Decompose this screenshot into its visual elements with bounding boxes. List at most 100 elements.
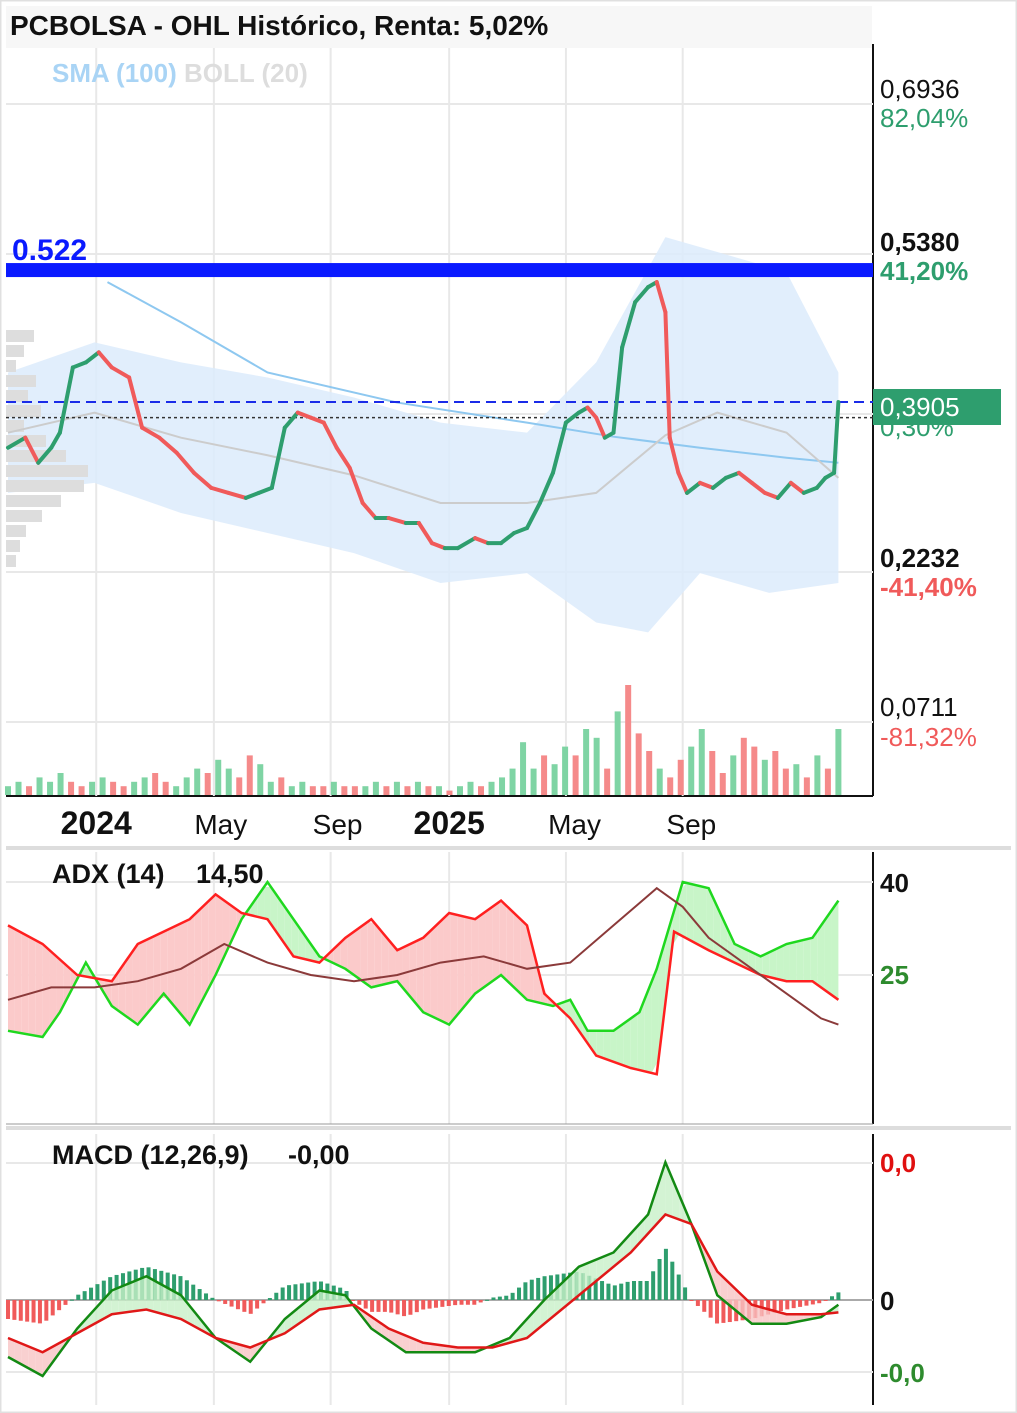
price-axis-label: 0,0711 (880, 692, 958, 722)
volume-bar (236, 777, 243, 795)
macd-histogram-bar (235, 1300, 240, 1310)
volume-bar (814, 755, 821, 795)
macd-histogram-bar (76, 1294, 81, 1300)
x-axis-band (6, 797, 1011, 847)
volume-bar (667, 777, 674, 795)
macd-histogram-bar (370, 1300, 375, 1312)
volume-profile-bar (6, 540, 20, 552)
volume-bar (614, 711, 621, 795)
adx-fill-segment (831, 900, 839, 1000)
macd-histogram-bar (510, 1292, 515, 1300)
macd-histogram-bar (191, 1284, 196, 1300)
volume-profile-bar (6, 495, 61, 507)
macd-histogram-bar (299, 1283, 304, 1300)
macd-histogram-bar (491, 1297, 496, 1300)
volume-bar (152, 773, 159, 795)
legend-sma: SMA (100) (52, 58, 184, 88)
volume-bar (383, 786, 390, 795)
resistance-label: 0.522 (12, 234, 87, 267)
volume-bar (162, 781, 169, 795)
macd-histogram-bar (12, 1300, 17, 1320)
volume-bar (583, 729, 590, 795)
macd-histogram-bar (453, 1300, 458, 1306)
adx-fill-segment (354, 926, 361, 980)
macd-histogram-bar (683, 1287, 688, 1300)
macd-fill-segment (139, 1276, 147, 1311)
macd-histogram-bar (408, 1300, 413, 1315)
price-axis-label: 0,2232 (880, 543, 960, 573)
macd-histogram-bar (689, 1300, 694, 1301)
macd-histogram-bar (542, 1276, 547, 1300)
adx-fill-segment (596, 1030, 604, 1059)
macd-histogram-bar (504, 1295, 509, 1300)
macd-axis-label: -0,0 (880, 1358, 925, 1388)
volume-bar (435, 786, 442, 795)
macd-histogram-bar (216, 1300, 221, 1302)
macd-histogram-bar (708, 1300, 713, 1318)
volume-bar (456, 786, 463, 795)
macd-histogram-bar (830, 1296, 835, 1300)
adx-fill-segment (160, 929, 168, 998)
macd-histogram-bar (44, 1300, 49, 1321)
macd-value: -0,00 (288, 1140, 350, 1170)
adx-fill-segment (14, 929, 22, 1034)
adx-fill-segment (423, 931, 431, 1016)
macd-histogram-bar (255, 1300, 260, 1309)
adx-fill-segment (187, 914, 195, 1023)
price-axis-pct: -81,32% (880, 722, 977, 752)
adx-fill-segment (146, 936, 154, 1015)
volume-bar (530, 768, 537, 795)
x-axis-tick: Sep (313, 809, 363, 840)
macd-histogram-bar (433, 1300, 438, 1308)
legend: SMA (100) BOLL (20) (52, 58, 308, 88)
volume-profile-bar (6, 555, 16, 567)
macd-histogram-bar (50, 1300, 55, 1316)
macd-histogram-bar (402, 1300, 407, 1317)
adx-fill-segment (616, 1023, 624, 1066)
macd-histogram-bar (57, 1300, 62, 1311)
adx-fill-segment (416, 937, 424, 1013)
adx-fill-segment (347, 931, 354, 975)
macd-fill-segment (111, 1287, 119, 1315)
adx-fill-segment (132, 943, 140, 1023)
current-price-label: 0,3905 (880, 392, 960, 422)
macd-histogram-bar (280, 1287, 285, 1300)
macd-histogram-bar (670, 1261, 675, 1300)
volume-bar (89, 781, 96, 795)
macd-histogram-bar (223, 1300, 228, 1304)
volume-bar (835, 729, 842, 795)
adx-fill-segment (520, 918, 527, 1000)
volume-bar (425, 786, 432, 795)
volume-bar (26, 786, 33, 795)
resistance-line (6, 263, 873, 278)
adx-fill-segment (693, 884, 700, 946)
x-axis-tick: May (194, 809, 247, 840)
macd-histogram-bar (459, 1300, 464, 1305)
macd-histogram-bar (536, 1277, 541, 1300)
macd-histogram-bar (523, 1282, 528, 1300)
macd-histogram-bar (823, 1300, 828, 1301)
volume-bar (309, 786, 316, 795)
adx-fill-segment (49, 950, 57, 1028)
volume-bar (467, 781, 474, 795)
macd-histogram-bar (242, 1300, 247, 1312)
volume-bar (709, 751, 716, 795)
volume-bar (751, 746, 758, 795)
macd-histogram-bar (63, 1300, 68, 1305)
price-axis-label: 0,5380 (880, 227, 960, 257)
volume-bar (110, 781, 117, 795)
adx-label: ADX (14) (52, 859, 165, 889)
adx-fill-segment (499, 901, 507, 980)
macd-histogram-bar (89, 1287, 94, 1300)
volume-bar (299, 781, 306, 795)
volume-bar (141, 777, 148, 795)
macd-histogram-bar (606, 1283, 611, 1300)
adx-fill-segment (457, 915, 465, 1015)
volume-bar (730, 755, 737, 795)
macd-histogram-bar (427, 1300, 432, 1309)
volume-bar (604, 768, 611, 795)
adx-fill-segment (783, 943, 790, 982)
macd-histogram-bar (804, 1300, 809, 1306)
volume-bar (194, 768, 201, 795)
price-axis-pct: 82,04% (880, 103, 968, 133)
